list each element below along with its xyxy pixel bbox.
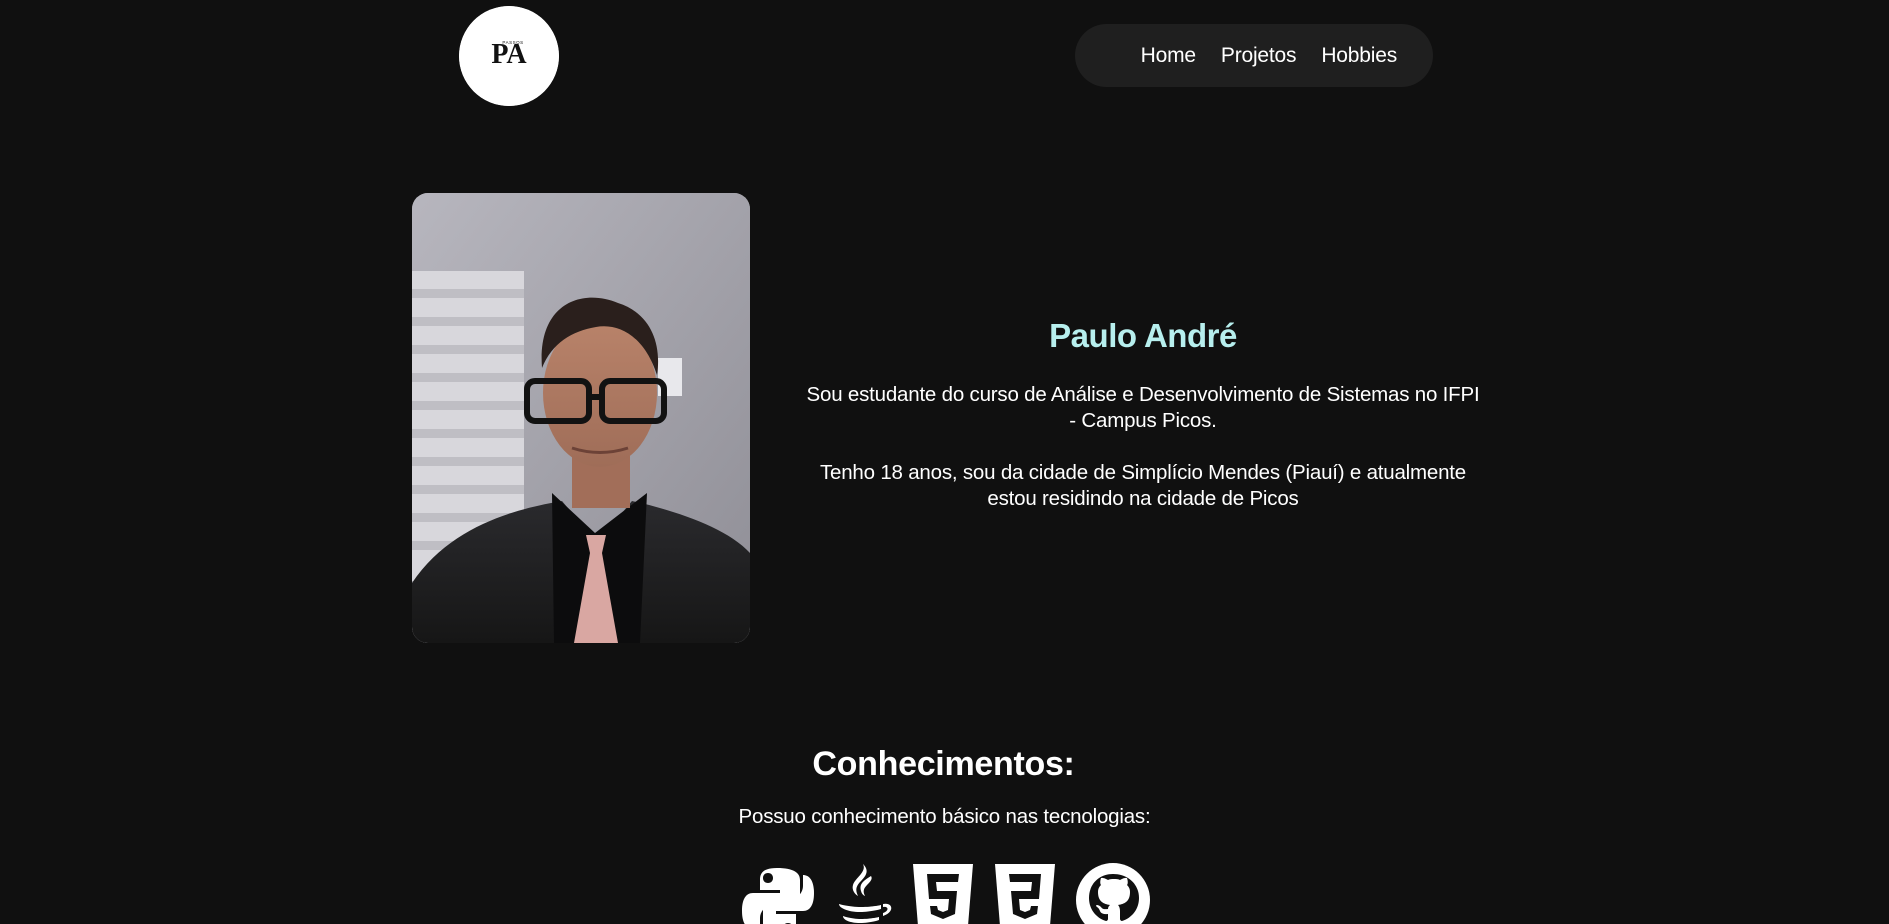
- github-icon[interactable]: [1075, 862, 1151, 924]
- profile-photo: [412, 193, 750, 643]
- java-icon: [823, 862, 899, 924]
- nav-hobbies-link[interactable]: Hobbies: [1321, 45, 1397, 66]
- about-section: Paulo André Sou estudante do curso de An…: [805, 317, 1481, 538]
- html5-icon: [987, 862, 1063, 924]
- profile-name: Paulo André: [1049, 317, 1237, 354]
- skills-section: Conhecimentos: Possuo conhecimento básic…: [0, 744, 1889, 829]
- tech-icons: [740, 862, 1160, 924]
- skills-title: Conhecimentos:: [812, 745, 1075, 783]
- skills-subtitle: Possuo conhecimento básico nas tecnologi…: [738, 804, 1151, 828]
- nav-projetos-link[interactable]: Projetos: [1221, 45, 1297, 66]
- profile-paragraph-course: Sou estudante do curso de Análise e Dese…: [806, 383, 1480, 433]
- portfolio-page: PA PASSOS Home Projetos Hobbies Paulo An…: [0, 0, 1889, 924]
- logo-subtitle: PASSOS: [502, 40, 523, 45]
- python-icon: [740, 862, 816, 924]
- logo-mark-icon: PA PASSOS: [459, 6, 559, 106]
- profile-paragraph-location: Tenho 18 anos, sou da cidade de Simplíci…: [819, 461, 1467, 511]
- main-nav: Home Projetos Hobbies: [1075, 24, 1433, 87]
- logo[interactable]: PA PASSOS: [459, 6, 559, 106]
- nav-home-link[interactable]: Home: [1141, 45, 1196, 66]
- css3-icon: [905, 862, 981, 924]
